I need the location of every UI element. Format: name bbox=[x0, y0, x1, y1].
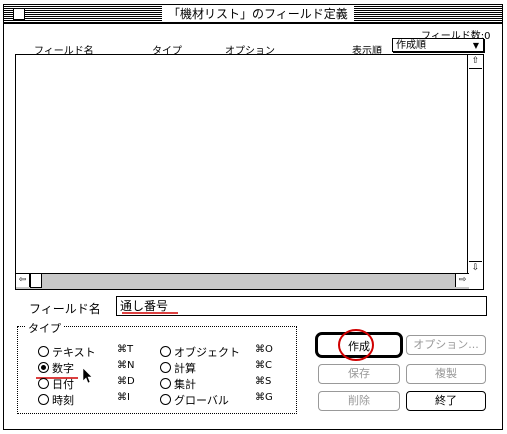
type-option-label[interactable]: 計算 bbox=[174, 360, 196, 376]
create-field-button[interactable]: 作成 bbox=[315, 332, 403, 358]
type-option-shortcut: ⌘G bbox=[255, 392, 273, 403]
type-option-label[interactable]: テキスト bbox=[52, 344, 96, 360]
type-option-label[interactable]: オブジェクト bbox=[174, 344, 240, 360]
scroll-right-icon[interactable]: ⇨ bbox=[455, 274, 469, 287]
options-button-label: オプション... bbox=[413, 338, 479, 351]
type-radio-2[interactable] bbox=[38, 378, 49, 389]
scroll-down-icon[interactable]: ⇩ bbox=[469, 261, 482, 275]
type-radio-1[interactable] bbox=[38, 362, 49, 373]
sort-order-value: 作成順 bbox=[396, 40, 426, 51]
type-group-label: タイプ bbox=[26, 320, 63, 336]
duplicate-button[interactable]: 複製 bbox=[406, 364, 486, 384]
options-button[interactable]: オプション... bbox=[406, 335, 486, 355]
type-option-shortcut: ⌘I bbox=[117, 392, 130, 403]
vertical-scrollbar[interactable]: ⇧ ⇩ bbox=[467, 55, 483, 275]
type-option-shortcut: ⌘T bbox=[117, 344, 134, 355]
type-option-shortcut: ⌘D bbox=[117, 376, 135, 387]
delete-button[interactable]: 削除 bbox=[318, 391, 400, 411]
field-list[interactable]: ⇧ ⇩ ⇦ ⇨ bbox=[15, 54, 484, 290]
type-radio-3[interactable] bbox=[38, 394, 49, 405]
type-option-label[interactable]: 集計 bbox=[174, 376, 196, 392]
title-bar[interactable]: 「機材リスト」のフィールド定義 bbox=[4, 5, 502, 24]
horizontal-scrollbar[interactable]: ⇦ ⇨ bbox=[16, 273, 469, 289]
type-option-shortcut: ⌘O bbox=[255, 344, 273, 355]
duplicate-button-label: 複製 bbox=[435, 367, 457, 380]
field-name-value: 通し番号 bbox=[120, 299, 169, 313]
type-radio-5[interactable] bbox=[160, 362, 171, 373]
done-button[interactable]: 終了 bbox=[406, 391, 486, 411]
type-radio-7[interactable] bbox=[160, 394, 171, 405]
scroll-up-icon[interactable]: ⇧ bbox=[469, 55, 482, 69]
type-option-shortcut: ⌘C bbox=[255, 360, 272, 371]
scroll-left-icon[interactable]: ⇦ bbox=[16, 274, 30, 287]
save-button-label: 保存 bbox=[348, 367, 370, 380]
sort-order-select[interactable]: 作成順 ▼ bbox=[392, 38, 484, 52]
close-box[interactable] bbox=[13, 8, 25, 20]
field-name-label: フィールド名 bbox=[29, 302, 101, 316]
type-radio-6[interactable] bbox=[160, 378, 171, 389]
window-title: 「機材リスト」のフィールド定義 bbox=[162, 6, 354, 22]
delete-button-label: 削除 bbox=[348, 394, 370, 407]
type-option-label[interactable]: 時刻 bbox=[52, 392, 74, 408]
save-button[interactable]: 保存 bbox=[318, 364, 400, 384]
scroll-thumb[interactable] bbox=[30, 274, 42, 288]
field-name-input[interactable]: 通し番号 bbox=[116, 296, 487, 316]
create-button-label: 作成 bbox=[348, 340, 370, 353]
type-option-label[interactable]: グローバル bbox=[174, 392, 229, 408]
type-option-shortcut: ⌘N bbox=[117, 360, 135, 371]
chevron-down-icon: ▼ bbox=[472, 41, 479, 50]
type-option-label[interactable]: 数字 bbox=[52, 360, 74, 376]
type-radio-4[interactable] bbox=[160, 346, 171, 357]
type-option-label[interactable]: 日付 bbox=[52, 376, 74, 392]
done-button-label: 終了 bbox=[435, 394, 457, 407]
type-radio-0[interactable] bbox=[38, 346, 49, 357]
type-option-shortcut: ⌘S bbox=[255, 376, 272, 387]
